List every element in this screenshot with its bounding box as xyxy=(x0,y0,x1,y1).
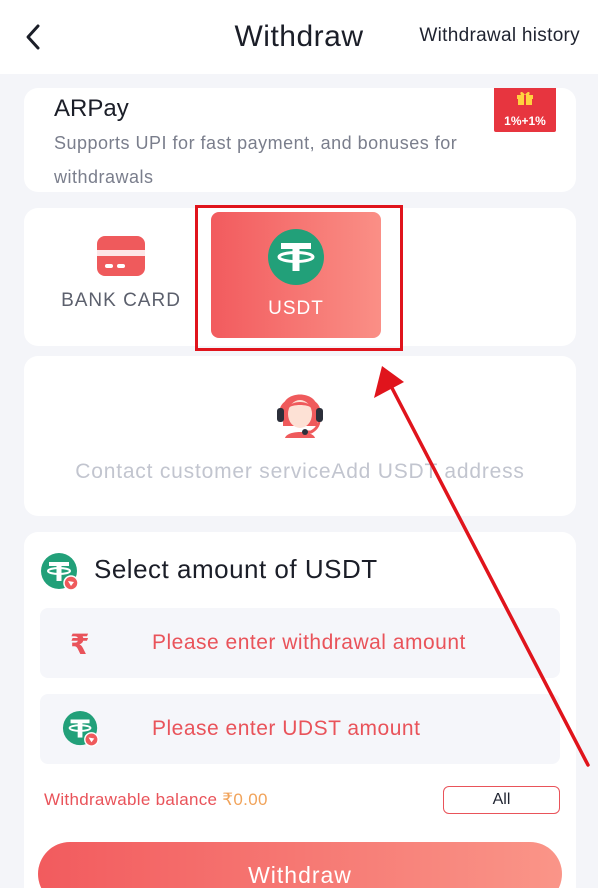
usdt-amount-input[interactable] xyxy=(152,717,472,741)
back-button[interactable] xyxy=(18,22,48,52)
payment-methods: BANK CARD USDT xyxy=(24,208,576,346)
contact-service-text: Contact customer serviceAdd USDT address xyxy=(75,460,525,483)
usdt-amount-field[interactable] xyxy=(40,694,560,764)
arpay-title: ARPay xyxy=(54,95,129,122)
inr-amount-field[interactable]: ₹ xyxy=(40,608,560,678)
top-bar: Withdraw Withdrawal history xyxy=(0,0,598,74)
balance-label: Withdrawable balance xyxy=(44,790,223,809)
balance-value: ₹0.00 xyxy=(222,790,268,809)
contact-service-card[interactable]: Contact customer serviceAdd USDT address xyxy=(24,356,576,516)
page-title: Withdraw xyxy=(234,20,364,53)
bank-card-icon xyxy=(97,236,145,276)
all-button[interactable]: All xyxy=(443,786,560,814)
gift-icon xyxy=(517,91,533,105)
bonus-badge-text: 1%+1% xyxy=(504,114,546,128)
customer-service-icon xyxy=(277,394,323,438)
usdt-option[interactable]: USDT xyxy=(211,212,381,338)
arpay-description: Supports UPI for fast payment, and bonus… xyxy=(54,133,458,187)
usdt-label: USDT xyxy=(268,298,324,319)
arpay-option-card[interactable]: ARPay Supports UPI for fast payment, and… xyxy=(24,88,576,192)
tether-icon xyxy=(268,229,324,285)
withdrawal-history-link[interactable]: Withdrawal history xyxy=(419,25,580,47)
withdrawable-balance: Withdrawable balance ₹0.00 xyxy=(44,790,268,810)
tether-small-icon xyxy=(62,710,99,747)
usdt-amount-card: Select amount of USDT ₹ Withdrawable bal… xyxy=(24,532,576,888)
withdrawal-amount-input[interactable] xyxy=(152,631,472,655)
bank-card-label: BANK CARD xyxy=(61,290,181,311)
bonus-badge: 1%+1% xyxy=(494,88,556,132)
tether-small-icon xyxy=(41,553,79,591)
chevron-left-icon xyxy=(26,24,40,50)
withdraw-button[interactable]: Withdraw xyxy=(38,842,562,888)
rupee-icon: ₹ xyxy=(70,629,90,660)
bank-card-option[interactable]: BANK CARD xyxy=(36,212,206,338)
amount-section-title: Select amount of USDT xyxy=(94,554,378,584)
